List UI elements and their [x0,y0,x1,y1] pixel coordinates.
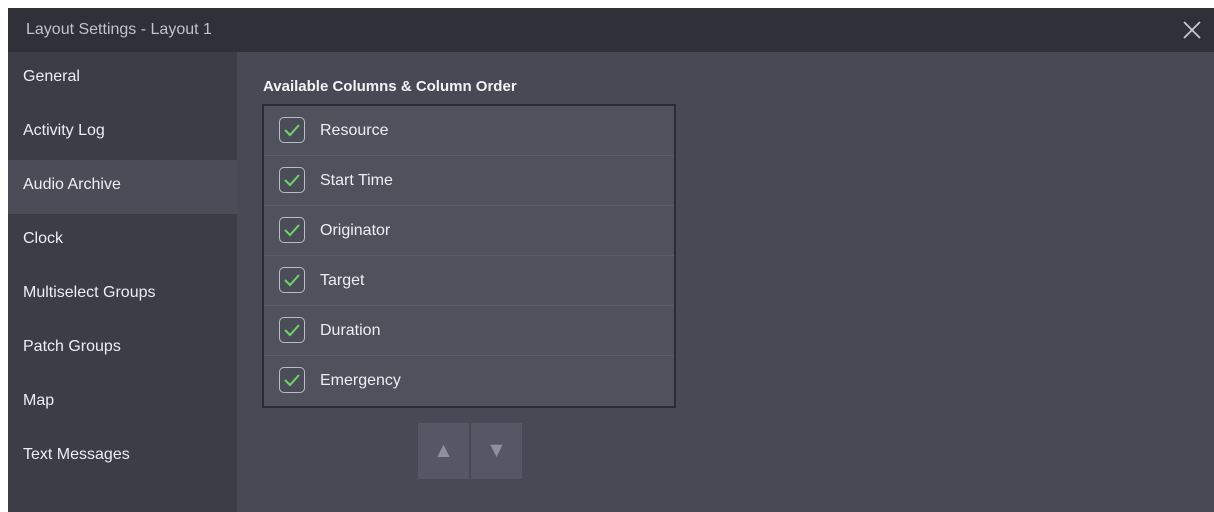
column-label: Originator [320,222,391,239]
checkmark-icon [284,174,300,187]
column-row-duration[interactable]: Duration [264,306,674,356]
column-row-target[interactable]: Target [264,256,674,306]
column-checkbox[interactable] [279,317,305,343]
sidebar-item-general[interactable]: General [8,52,237,106]
column-checkbox[interactable] [279,217,305,243]
column-row-emergency[interactable]: Emergency [264,356,674,406]
column-order-buttons: ▲ ▼ [418,423,522,479]
checkmark-icon [284,324,300,337]
window-title: Layout Settings - Layout 1 [26,21,212,38]
column-row-resource[interactable]: Resource [264,106,674,156]
move-up-button[interactable]: ▲ [418,423,469,479]
settings-content: Available Columns & Column Order Resourc… [237,52,1214,512]
column-label: Emergency [320,372,401,389]
arrow-up-icon: ▲ [437,440,450,459]
sidebar-item-text-messages[interactable]: Text Messages [8,430,237,484]
checkmark-icon [284,274,300,287]
column-checkbox[interactable] [279,167,305,193]
column-label: Resource [320,122,389,139]
sidebar-item-audio-archive[interactable]: Audio Archive [8,160,237,214]
title-bar: Layout Settings - Layout 1 [8,8,1214,52]
column-row-start-time[interactable]: Start Time [264,156,674,206]
column-row-originator[interactable]: Originator [264,206,674,256]
sidebar-item-label: Clock [23,230,64,247]
sidebar-item-patch-groups[interactable]: Patch Groups [8,322,237,376]
sidebar-item-clock[interactable]: Clock [8,214,237,268]
move-down-button[interactable]: ▼ [471,423,522,479]
section-title: Available Columns & Column Order [263,78,517,95]
sidebar-item-label: Map [23,392,55,409]
column-label: Start Time [320,172,393,189]
sidebar-item-label: Patch Groups [23,338,121,355]
column-checkbox[interactable] [279,267,305,293]
checkmark-icon [284,374,300,387]
column-label: Duration [320,322,381,339]
sidebar-item-activity-log[interactable]: Activity Log [8,106,237,160]
sidebar-item-label: General [23,68,80,85]
sidebar-item-label: Multiselect Groups [23,284,156,301]
checkmark-icon [284,224,300,237]
sidebar-item-label: Activity Log [23,122,105,139]
column-label: Target [320,272,365,289]
sidebar-item-label: Audio Archive [23,176,121,193]
sidebar-item-label: Text Messages [23,446,130,463]
sidebar-item-multiselect-groups[interactable]: Multiselect Groups [8,268,237,322]
sidebar-item-map[interactable]: Map [8,376,237,430]
checkmark-icon [284,124,300,137]
column-checkbox[interactable] [279,367,305,393]
column-list: Resource Start Time Originator Target Du… [262,104,676,408]
settings-sidebar: General Activity Log Audio Archive Clock… [8,52,237,512]
column-checkbox[interactable] [279,117,305,143]
layout-settings-dialog: Layout Settings - Layout 1 General Activ… [8,8,1214,512]
arrow-down-icon: ▼ [490,440,503,459]
close-icon[interactable] [1178,16,1206,44]
